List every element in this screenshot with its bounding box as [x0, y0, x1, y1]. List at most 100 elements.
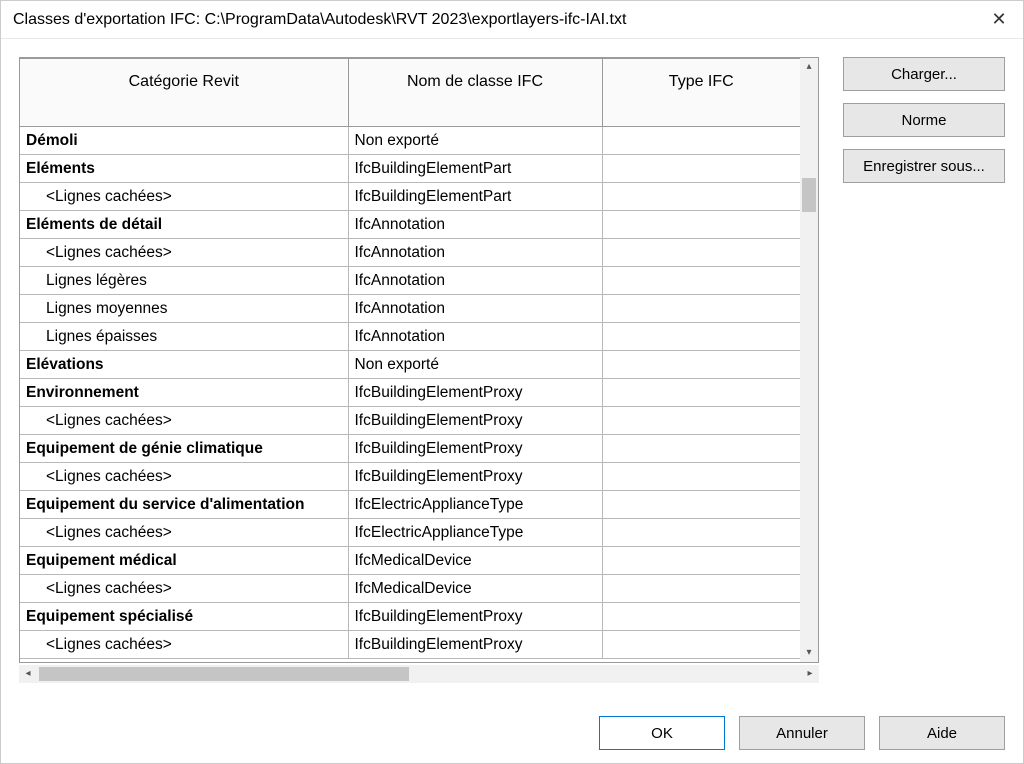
cell-category[interactable]: <Lignes cachées> [20, 239, 348, 267]
cell-category[interactable]: <Lignes cachées> [20, 463, 348, 491]
cell-category[interactable]: <Lignes cachées> [20, 519, 348, 547]
cell-category[interactable]: Equipement du service d'alimentation [20, 491, 348, 519]
cell-category[interactable]: Equipement spécialisé [20, 603, 348, 631]
ok-button[interactable]: OK [599, 716, 725, 750]
cell-ifc-type[interactable] [602, 323, 800, 351]
scroll-left-icon[interactable]: ◂ [19, 665, 37, 683]
standard-button[interactable]: Norme [843, 103, 1005, 137]
cell-ifc-class[interactable]: IfcBuildingElementPart [348, 183, 602, 211]
cell-ifc-type[interactable] [602, 435, 800, 463]
cell-ifc-type[interactable] [602, 603, 800, 631]
cell-ifc-type[interactable] [602, 239, 800, 267]
titlebar: Classes d'exportation IFC: C:\ProgramDat… [1, 1, 1023, 39]
save-as-button[interactable]: Enregistrer sous... [843, 149, 1005, 183]
cell-category[interactable]: Démoli [20, 127, 348, 155]
load-button[interactable]: Charger... [843, 57, 1005, 91]
cell-category[interactable]: Elévations [20, 351, 348, 379]
table-row[interactable]: <Lignes cachées>IfcBuildingElementProxy [20, 631, 800, 659]
cell-ifc-class[interactable]: IfcMedicalDevice [348, 575, 602, 603]
column-header-ifc-class[interactable]: Nom de classe IFC [348, 59, 602, 127]
table-row[interactable]: <Lignes cachées>IfcBuildingElementProxy [20, 407, 800, 435]
column-header-ifc-type[interactable]: Type IFC [602, 59, 800, 127]
cell-category[interactable]: <Lignes cachées> [20, 407, 348, 435]
cell-ifc-type[interactable] [602, 575, 800, 603]
cell-ifc-type[interactable] [602, 295, 800, 323]
table-row[interactable]: Equipement de génie climatiqueIfcBuildin… [20, 435, 800, 463]
cell-ifc-class[interactable]: IfcBuildingElementProxy [348, 603, 602, 631]
cell-ifc-type[interactable] [602, 211, 800, 239]
cell-category[interactable]: <Lignes cachées> [20, 631, 348, 659]
horizontal-scroll-thumb[interactable] [39, 667, 409, 681]
table-row[interactable]: ElémentsIfcBuildingElementPart [20, 155, 800, 183]
cell-ifc-class[interactable]: IfcBuildingElementProxy [348, 435, 602, 463]
help-button[interactable]: Aide [879, 716, 1005, 750]
ifc-classes-table[interactable]: Catégorie Revit Nom de classe IFC Type I… [20, 58, 800, 659]
cell-ifc-class[interactable]: IfcElectricApplianceType [348, 519, 602, 547]
cell-category[interactable]: Lignes épaisses [20, 323, 348, 351]
cell-category[interactable]: <Lignes cachées> [20, 183, 348, 211]
scroll-right-icon[interactable]: ▸ [801, 665, 819, 683]
cell-ifc-class[interactable]: IfcAnnotation [348, 239, 602, 267]
cell-ifc-class[interactable]: IfcBuildingElementProxy [348, 463, 602, 491]
cell-category[interactable]: Lignes légères [20, 267, 348, 295]
cell-ifc-class[interactable]: IfcBuildingElementPart [348, 155, 602, 183]
vertical-scrollbar[interactable]: ▴ ▾ [800, 58, 818, 662]
table-header-row: Catégorie Revit Nom de classe IFC Type I… [20, 59, 800, 127]
cell-ifc-class[interactable]: IfcElectricApplianceType [348, 491, 602, 519]
table-row[interactable]: Lignes moyennesIfcAnnotation [20, 295, 800, 323]
table-row[interactable]: <Lignes cachées>IfcMedicalDevice [20, 575, 800, 603]
cell-ifc-type[interactable] [602, 519, 800, 547]
cell-category[interactable]: Equipement de génie climatique [20, 435, 348, 463]
table-row[interactable]: Equipement du service d'alimentationIfcE… [20, 491, 800, 519]
vertical-scroll-thumb[interactable] [802, 178, 816, 212]
cell-ifc-class[interactable]: IfcBuildingElementProxy [348, 379, 602, 407]
table-row[interactable]: <Lignes cachées>IfcAnnotation [20, 239, 800, 267]
cell-ifc-class[interactable]: IfcAnnotation [348, 267, 602, 295]
table-row[interactable]: Eléments de détailIfcAnnotation [20, 211, 800, 239]
table-row[interactable]: Equipement spécialiséIfcBuildingElementP… [20, 603, 800, 631]
table-row[interactable]: <Lignes cachées>IfcBuildingElementProxy [20, 463, 800, 491]
table-row[interactable]: Lignes légèresIfcAnnotation [20, 267, 800, 295]
cell-ifc-type[interactable] [602, 127, 800, 155]
table-row[interactable]: EnvironnementIfcBuildingElementProxy [20, 379, 800, 407]
cell-ifc-type[interactable] [602, 267, 800, 295]
horizontal-scrollbar[interactable]: ◂ ▸ [19, 665, 819, 683]
dialog-title: Classes d'exportation IFC: C:\ProgramDat… [13, 11, 987, 29]
ifc-export-classes-dialog: Classes d'exportation IFC: C:\ProgramDat… [0, 0, 1024, 764]
cell-category[interactable]: Equipement médical [20, 547, 348, 575]
table-row[interactable]: DémoliNon exporté [20, 127, 800, 155]
cell-ifc-class[interactable]: IfcBuildingElementProxy [348, 631, 602, 659]
cell-ifc-type[interactable] [602, 463, 800, 491]
table-row[interactable]: <Lignes cachées>IfcElectricApplianceType [20, 519, 800, 547]
cell-ifc-class[interactable]: IfcAnnotation [348, 295, 602, 323]
table-row[interactable]: Lignes épaissesIfcAnnotation [20, 323, 800, 351]
cell-ifc-class[interactable]: Non exporté [348, 351, 602, 379]
close-icon[interactable]: ✕ [987, 8, 1011, 32]
cell-ifc-type[interactable] [602, 407, 800, 435]
cell-ifc-class[interactable]: IfcMedicalDevice [348, 547, 602, 575]
cell-category[interactable]: <Lignes cachées> [20, 575, 348, 603]
cancel-button[interactable]: Annuler [739, 716, 865, 750]
cell-ifc-class[interactable]: IfcBuildingElementProxy [348, 407, 602, 435]
cell-ifc-type[interactable] [602, 155, 800, 183]
cell-ifc-class[interactable]: Non exporté [348, 127, 602, 155]
cell-category[interactable]: Eléments [20, 155, 348, 183]
cell-category[interactable]: Environnement [20, 379, 348, 407]
cell-category[interactable]: Eléments de détail [20, 211, 348, 239]
cell-ifc-type[interactable] [602, 631, 800, 659]
cell-ifc-class[interactable]: IfcAnnotation [348, 211, 602, 239]
cell-ifc-type[interactable] [602, 491, 800, 519]
table-row[interactable]: ElévationsNon exporté [20, 351, 800, 379]
cell-ifc-class[interactable]: IfcAnnotation [348, 323, 602, 351]
scroll-down-icon[interactable]: ▾ [800, 644, 818, 662]
scroll-up-icon[interactable]: ▴ [800, 58, 818, 76]
cell-ifc-type[interactable] [602, 547, 800, 575]
cell-ifc-type[interactable] [602, 379, 800, 407]
column-header-category[interactable]: Catégorie Revit [20, 59, 348, 127]
cell-ifc-type[interactable] [602, 351, 800, 379]
table-row[interactable]: Equipement médicalIfcMedicalDevice [20, 547, 800, 575]
side-button-panel: Charger... Norme Enregistrer sous... [843, 57, 1005, 703]
cell-category[interactable]: Lignes moyennes [20, 295, 348, 323]
table-row[interactable]: <Lignes cachées>IfcBuildingElementPart [20, 183, 800, 211]
cell-ifc-type[interactable] [602, 183, 800, 211]
